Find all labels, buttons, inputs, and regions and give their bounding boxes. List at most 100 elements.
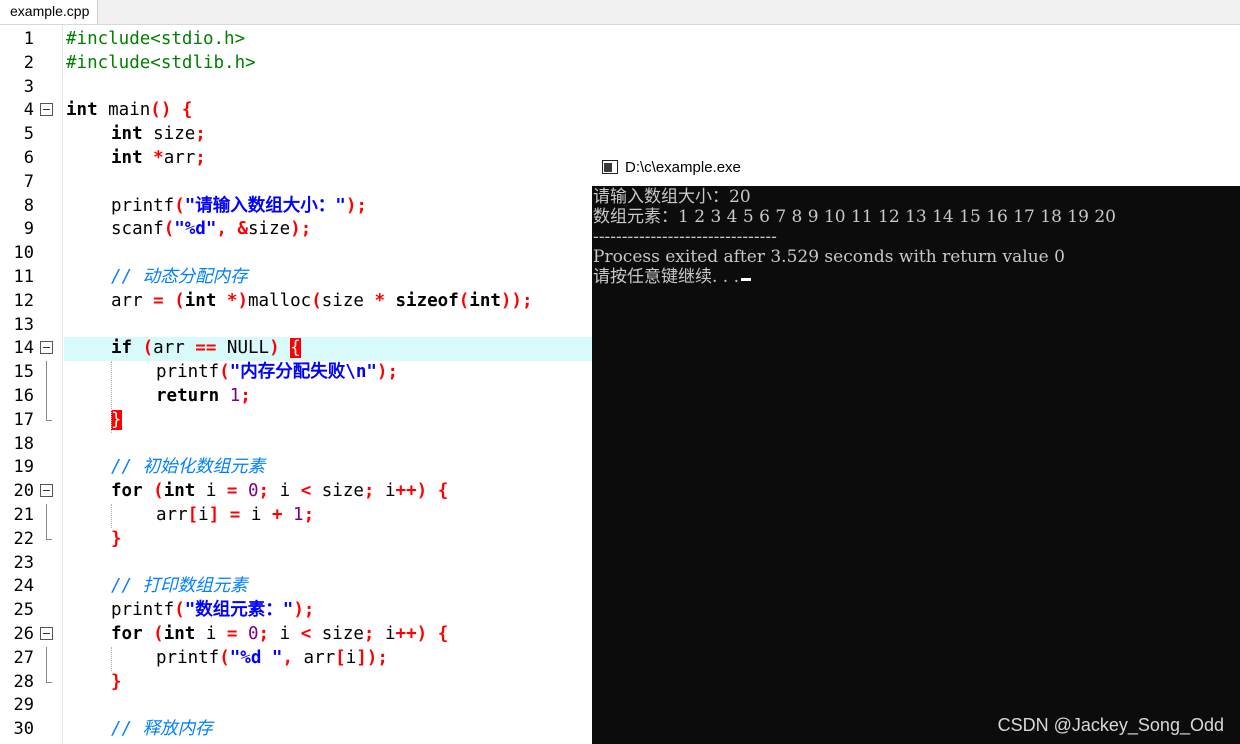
line-number: 24: [13, 576, 34, 597]
fold-marker: [39, 575, 55, 599]
code-text: if (arr == NULL) {: [111, 337, 301, 361]
token-j: ) {: [416, 624, 449, 644]
line-number: 17: [13, 409, 34, 430]
code-text: #include<stdio.h>: [66, 28, 245, 52]
token-s: "%d": [174, 219, 217, 240]
token-a: i: [195, 624, 217, 644]
line-number: 21: [13, 505, 34, 525]
code-text: // 初始化数组元素: [111, 456, 265, 480]
token-rest: arr: [163, 148, 196, 168]
token-h: *: [363, 290, 396, 311]
line-number: 13: [13, 314, 34, 335]
token-j: ) {: [416, 481, 449, 502]
token-fn: printf: [111, 600, 175, 621]
token-fn: printf: [156, 647, 220, 668]
token-l: ));: [500, 290, 533, 311]
fold-marker: [39, 314, 55, 338]
token-p1: (: [163, 219, 175, 240]
token-b: [: [187, 505, 199, 525]
token-f: i: [240, 505, 262, 525]
token-rest: size: [142, 124, 196, 145]
code-text: }: [111, 409, 122, 433]
fold-toggle-icon[interactable]: [39, 99, 55, 123]
line-number: 19: [13, 457, 34, 478]
token-t: int: [111, 124, 143, 145]
code-text: printf("请输入数组大小：");: [111, 195, 367, 219]
token-c: i: [198, 505, 209, 525]
fold-marker: [39, 456, 55, 480]
line-number: 20: [13, 481, 34, 502]
token-g: ;: [363, 481, 375, 502]
console-line: Process exited after 3.529 seconds with …: [593, 247, 1065, 267]
fold-toggle-icon[interactable]: [39, 337, 55, 361]
code-text: for (int i = 0; i < size; i++) {: [111, 480, 448, 504]
token-br: }: [111, 671, 122, 692]
line-number: 7: [23, 171, 34, 192]
line-number: 1: [23, 29, 34, 49]
fold-marker: [39, 171, 55, 195]
code-line[interactable]: 2 #include<stdlib.h>: [0, 52, 1240, 76]
token-op: *: [142, 148, 164, 168]
line-number: 16: [13, 386, 34, 406]
token-k: int: [469, 290, 501, 311]
line-number: 8: [23, 195, 34, 216]
line-number: 28: [13, 671, 34, 692]
token-d: ]);: [356, 647, 388, 668]
code-line[interactable]: 4 int main() {: [0, 99, 1240, 123]
fold-toggle-icon[interactable]: [39, 480, 55, 504]
line-number: 3: [23, 76, 34, 97]
token-t: int: [66, 100, 98, 121]
token-fn: printf: [111, 195, 175, 216]
tab-example-cpp[interactable]: example.cpp: [0, 0, 99, 24]
code-line[interactable]: 1 #include<stdio.h>: [0, 28, 1240, 52]
token-p3: );: [290, 219, 312, 240]
code-text: scanf("%d", &size);: [111, 218, 311, 242]
token-rest: arr: [153, 338, 185, 359]
code-text: #include<stdlib.h>: [66, 52, 256, 76]
token-p2: );: [293, 600, 315, 621]
fold-marker: [39, 504, 55, 528]
code-text: // 打印数组元素: [111, 575, 248, 599]
console-title-bar[interactable]: D:\c\example.exe: [592, 149, 1240, 186]
token-p1: (): [150, 100, 172, 121]
code-line[interactable]: 3: [0, 76, 1240, 100]
token-kw: if: [111, 338, 133, 359]
token-b: = (: [142, 290, 185, 311]
token-p1: (: [174, 600, 185, 621]
token-p2: );: [345, 195, 367, 216]
console-window[interactable]: D:\c\example.exe 请输入数组大小：20 数组元素：1 2 3 4…: [592, 149, 1240, 744]
token-j: (: [458, 290, 470, 311]
token-br: }: [111, 528, 122, 549]
token-cm: // 释放内存: [111, 719, 213, 740]
fold-marker: [39, 433, 55, 457]
token-kw: return: [156, 386, 220, 406]
token-cm: // 打印数组元素: [111, 576, 248, 597]
token-g: ;: [363, 624, 375, 644]
console-line: 数组元素：1 2 3 4 5 6 7 8 9 10 11 12 13 14 15…: [593, 207, 1116, 227]
fold-marker: [39, 527, 55, 552]
fold-marker: [39, 670, 55, 695]
token-cm: // 动态分配内存: [111, 267, 248, 287]
code-line[interactable]: 5 int size;: [0, 123, 1240, 147]
token-i: ++: [395, 481, 417, 502]
token-p1: (: [174, 195, 185, 216]
code-text: }: [111, 671, 122, 695]
code-text: return 1;: [156, 385, 251, 409]
console-prompt-line: 请按任意键继续. . .: [593, 267, 752, 287]
token-i: sizeof: [395, 290, 459, 311]
token-br: {: [290, 338, 301, 359]
token-f: size: [311, 624, 364, 644]
code-text: int *arr;: [111, 147, 206, 171]
fold-marker: [39, 76, 55, 100]
line-number: 23: [13, 552, 34, 573]
token-g: +: [261, 505, 283, 525]
fold-marker: [39, 718, 55, 742]
token-inc: #include: [66, 52, 151, 73]
token-op: ==: [184, 338, 217, 359]
line-number: 22: [13, 528, 34, 549]
token-f: size: [311, 481, 364, 502]
fold-marker: [39, 147, 55, 171]
fold-toggle-icon[interactable]: [39, 623, 55, 647]
token-a: arr: [111, 290, 143, 311]
token-e: malloc: [247, 290, 312, 311]
